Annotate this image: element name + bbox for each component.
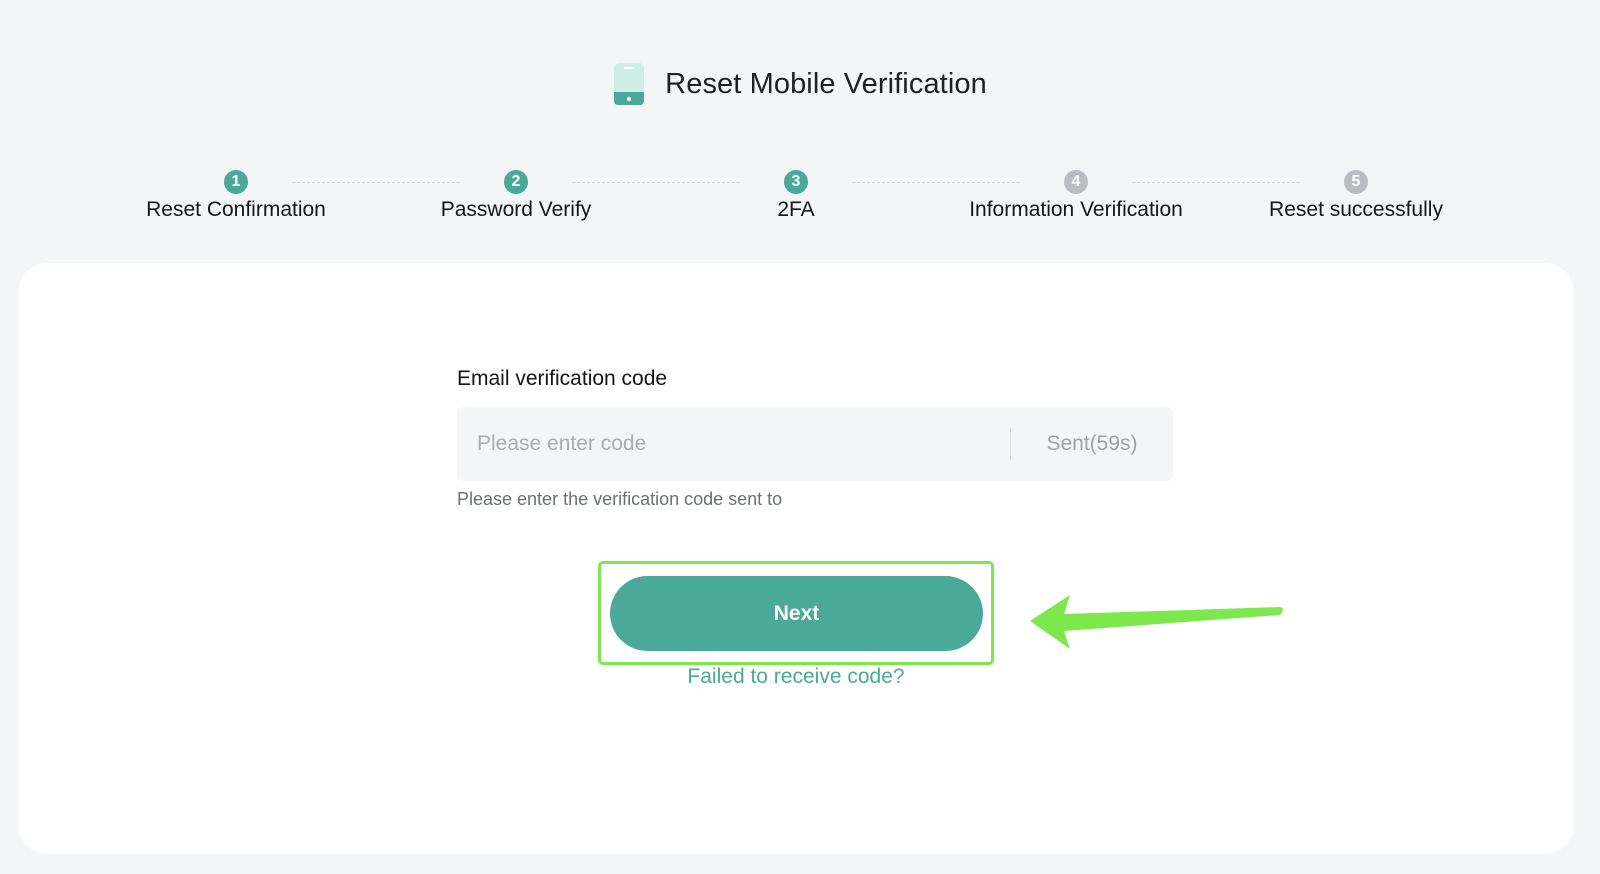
next-button[interactable]: Next <box>610 576 983 651</box>
step-reset-successfully: 5 Reset successfully <box>1216 170 1496 222</box>
email-code-input[interactable] <box>457 407 1010 481</box>
step-number-5: 5 <box>1344 170 1368 194</box>
verification-card: Email verification code Sent(59s) Please… <box>18 263 1574 854</box>
step-2fa: 3 2FA <box>656 170 936 222</box>
step-password-verify: 2 Password Verify <box>376 170 656 222</box>
progress-steps: 1 Reset Confirmation 2 Password Verify 3… <box>0 170 1600 230</box>
step-label: Reset Confirmation <box>146 198 326 221</box>
step-label: 2FA <box>777 198 815 221</box>
step-label: Password Verify <box>440 198 592 221</box>
step-number-3: 3 <box>784 170 808 194</box>
input-hint: Please enter the verification code sent … <box>457 489 783 509</box>
step-number-4: 4 <box>1064 170 1088 194</box>
field-label: Email verification code <box>457 367 668 390</box>
arrow-left-icon <box>1030 595 1283 649</box>
page-header: Reset Mobile Verification <box>0 62 1600 106</box>
page-title: Reset Mobile Verification <box>665 67 987 100</box>
failed-to-receive-link[interactable]: Failed to receive code? <box>596 665 996 689</box>
code-input-wrapper: Sent(59s) <box>457 407 1173 481</box>
step-number-2: 2 <box>504 170 528 194</box>
page: Reset Mobile Verification 1 Reset Confir… <box>0 0 1600 874</box>
step-reset-confirmation: 1 Reset Confirmation <box>96 170 376 222</box>
step-number-1: 1 <box>224 170 248 194</box>
step-label: Information Verification <box>969 198 1183 221</box>
resend-countdown: Sent(59s) <box>1046 432 1138 455</box>
verification-form: Email verification code Sent(59s) Please… <box>457 367 1173 510</box>
mobile-phone-icon <box>614 63 645 105</box>
step-information-verification: 4 Information Verification <box>936 170 1216 222</box>
step-label: Reset successfully <box>1269 198 1443 221</box>
